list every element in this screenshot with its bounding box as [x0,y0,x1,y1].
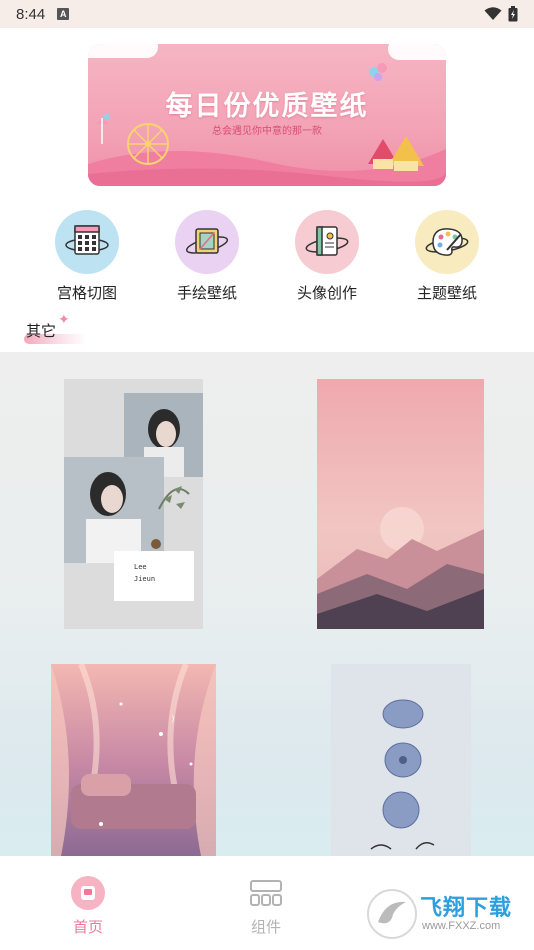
watermark-url: www.FXXZ.com [422,920,501,932]
palette-icon [415,210,479,274]
battery-icon [508,6,518,22]
category-label: 主题壁纸 [416,284,477,302]
widgets-icon [249,876,283,910]
category-grid-cut[interactable]: 宫格切图 [42,210,132,303]
nav-widgets[interactable]: 组件 [226,876,306,937]
wallpaper-thumbnail[interactable] [331,664,471,856]
category-theme-wallpaper[interactable]: 主题壁纸 [402,210,492,303]
amusement-park-illustration [88,63,446,186]
hand-drawn-frame-icon [175,210,239,274]
section-title: 其它 [26,322,57,340]
category-avatar-creation[interactable]: 头像创作 [282,210,372,303]
status-time: 8:44 [16,5,46,23]
category-label: 宫格切图 [56,284,117,302]
status-bar: 8:44 A [0,0,534,28]
bottom-navigation: 首页 组件 飞翔下载 www.FXXZ.com [0,856,534,950]
grid-calendar-icon [55,210,119,274]
category-label: 手绘壁纸 [176,284,237,302]
sparkle-icon: ✦ [58,312,70,328]
watermark: 飞翔下载 www.FXXZ.com [366,886,526,942]
wallpaper-thumbnail[interactable]: Lee Jieun [64,379,203,629]
notebook-icon [295,210,359,274]
svg-text:Lee: Lee [134,563,147,571]
category-label: 头像创作 [296,284,357,302]
home-icon [71,876,105,910]
category-hand-drawn[interactable]: 手绘壁纸 [162,210,252,303]
wallpaper-thumbnail[interactable] [317,379,484,629]
watermark-logo-icon [367,889,417,939]
banner[interactable]: 每日份优质壁纸 总会遇见你中意的那一款 [88,44,446,186]
wallpaper-thumbnail[interactable] [51,664,216,856]
nav-widgets-label: 组件 [250,918,281,936]
wallpaper-gallery[interactable]: Lee Jieun [0,352,534,856]
svg-text:Jieun: Jieun [134,575,155,583]
wifi-icon [484,7,502,20]
watermark-brand: 飞翔下载 [420,896,513,921]
nav-home[interactable]: 首页 [48,876,128,937]
notification-icon: A [57,8,70,20]
nav-home-label: 首页 [72,918,103,936]
